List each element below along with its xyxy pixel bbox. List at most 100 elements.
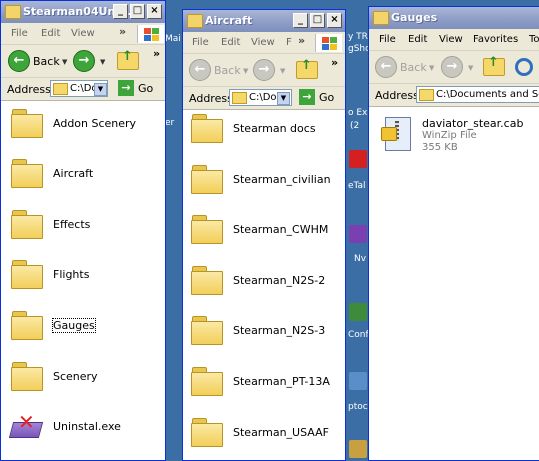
menu-view[interactable]: View	[439, 34, 463, 45]
folder-icon	[191, 316, 223, 345]
item-label: Stearman_USAAF	[233, 426, 329, 439]
up-folder-button[interactable]: ↑	[296, 58, 318, 79]
item-label: Stearman_N2S-3	[233, 324, 326, 337]
back-label[interactable]: Back	[33, 55, 60, 68]
forward-button[interactable]: →	[73, 50, 95, 72]
forward-dropdown-icon[interactable]: ▼	[100, 58, 105, 66]
menu-view[interactable]: View	[251, 37, 275, 48]
title-bar[interactable]: Aircraft _ □ ×	[183, 10, 345, 32]
file-size: 355 KB	[422, 142, 458, 153]
minimize-button[interactable]: _	[113, 4, 128, 19]
go-label: Go	[319, 91, 335, 104]
window-title: Aircraft	[205, 14, 253, 27]
minimize-button[interactable]: _	[293, 13, 308, 28]
address-value: C:\Documents and Sett	[436, 89, 539, 100]
maximize-button[interactable]: □	[310, 13, 325, 28]
menu-edit[interactable]: Edit	[221, 37, 240, 48]
item-label: Stearman_PT-13A	[233, 375, 330, 388]
toolbar-overflow-chevron[interactable]: »	[153, 47, 160, 60]
toolbar: ← Back ▼ → ▼ ↑ »	[183, 54, 345, 87]
address-input[interactable]: C:\Doc ▼	[229, 89, 292, 106]
menu-overflow-chevron[interactable]: »	[119, 25, 126, 38]
desktop-shortcut-icon[interactable]	[349, 303, 367, 321]
search-icon[interactable]	[515, 58, 533, 76]
forward-arrow-icon: →	[258, 62, 270, 77]
back-label[interactable]: Back	[400, 61, 427, 74]
menu-edit[interactable]: Edit	[41, 28, 60, 39]
folder-icon	[191, 266, 223, 295]
menu-favorites[interactable]: Favorites	[473, 34, 518, 45]
back-dropdown-icon[interactable]: ▼	[62, 58, 67, 66]
address-label: Address	[189, 92, 233, 105]
desktop-label-fragment[interactable]: (2	[350, 121, 359, 131]
folder-icon	[11, 210, 43, 239]
address-input[interactable]: C:\Documents and Sett	[416, 86, 539, 103]
address-input[interactable]: C:\Doc ▼	[50, 80, 108, 97]
address-bar: Address C:\Documents and Sett	[369, 84, 539, 107]
back-dropdown-icon[interactable]: ▼	[243, 67, 248, 75]
item-label: Flights	[53, 268, 90, 281]
back-label[interactable]: Back	[214, 64, 241, 77]
back-button[interactable]: ←	[375, 56, 397, 78]
close-button[interactable]: ×	[147, 4, 162, 19]
folder-icon	[373, 11, 389, 25]
forward-button[interactable]: →	[441, 56, 463, 78]
forward-button[interactable]: →	[253, 59, 275, 81]
desktop-label-fragment[interactable]: Conf	[348, 330, 369, 340]
desktop-shortcut-icon[interactable]	[349, 150, 367, 168]
address-dropdown-icon[interactable]: ▼	[94, 83, 107, 96]
menu-edit[interactable]: Edit	[408, 34, 427, 45]
desktop-label-fragment[interactable]: o Ex	[348, 108, 367, 118]
folder-icon	[187, 14, 203, 28]
menu-view[interactable]: View	[71, 28, 95, 39]
folder-icon	[191, 215, 223, 244]
back-button[interactable]: ←	[189, 59, 211, 81]
explorer-window-aircraft[interactable]: Aircraft _ □ × File Edit View F » ← Back…	[182, 9, 346, 461]
close-button[interactable]: ×	[327, 13, 342, 28]
item-label: Aircraft	[53, 167, 94, 180]
folder-icon	[191, 367, 223, 396]
menu-favorites[interactable]: F	[286, 37, 292, 48]
desktop-label-fragment[interactable]: er	[165, 118, 174, 128]
up-folder-button[interactable]: ↑	[483, 55, 505, 76]
back-button[interactable]: ←	[8, 50, 30, 72]
menu-overflow-chevron[interactable]: »	[298, 34, 305, 47]
menu-file[interactable]: File	[379, 34, 396, 45]
desktop-label-fragment[interactable]: eTal	[348, 181, 366, 191]
windows-logo-icon	[137, 25, 164, 43]
desktop-label-fragment[interactable]: ptoc	[348, 402, 368, 412]
item-label: Uninstal.exe	[53, 420, 121, 433]
back-dropdown-icon[interactable]: ▼	[429, 64, 434, 72]
forward-dropdown-icon[interactable]: ▼	[280, 67, 285, 75]
address-dropdown-icon[interactable]: ▼	[277, 92, 290, 105]
file-list: Stearman docs Stearman_civilian Stearman…	[183, 110, 345, 460]
file-list: Addon Scenery Aircraft Effects Flights G…	[1, 101, 165, 460]
toolbar: ← Back ▼ → ▼ ↑ »	[1, 45, 165, 78]
desktop-label-fragment[interactable]: Mai	[165, 34, 181, 44]
up-folder-button[interactable]: ↑	[117, 49, 139, 70]
file-type: WinZip File	[422, 130, 477, 141]
title-bar[interactable]: Stearman04Unp... _ □ ×	[1, 1, 165, 23]
uninstall-icon: ✕	[8, 410, 44, 440]
forward-arrow-icon: →	[78, 53, 90, 68]
desktop-shortcut-icon[interactable]	[349, 440, 367, 458]
folder-icon	[191, 114, 223, 143]
desktop-label-fragment[interactable]: Nv	[354, 254, 366, 264]
explorer-window-stearman[interactable]: Stearman04Unp... _ □ × File Edit View » …	[0, 0, 166, 461]
desktop-shortcut-icon[interactable]	[349, 372, 367, 390]
desktop-shortcut-icon[interactable]	[349, 225, 367, 243]
menu-tools[interactable]: To	[529, 34, 539, 45]
toolbar-overflow-chevron[interactable]: »	[331, 56, 338, 69]
maximize-button[interactable]: □	[130, 4, 145, 19]
explorer-window-gauges[interactable]: Gauges File Edit View Favorites To ← Bac…	[368, 6, 539, 461]
menu-file[interactable]: File	[192, 37, 209, 48]
forward-dropdown-icon[interactable]: ▼	[468, 64, 473, 72]
file-item[interactable]: daviator_stear.cab WinZip File 355 KB	[369, 107, 539, 167]
back-arrow-icon: ←	[13, 53, 25, 68]
title-bar[interactable]: Gauges	[369, 7, 539, 29]
item-label: Scenery	[53, 370, 98, 383]
file-name: daviator_stear.cab	[422, 117, 524, 130]
desktop-label-fragment[interactable]: y TR	[348, 32, 368, 42]
item-label: Addon Scenery	[53, 117, 137, 130]
menu-file[interactable]: File	[11, 28, 28, 39]
